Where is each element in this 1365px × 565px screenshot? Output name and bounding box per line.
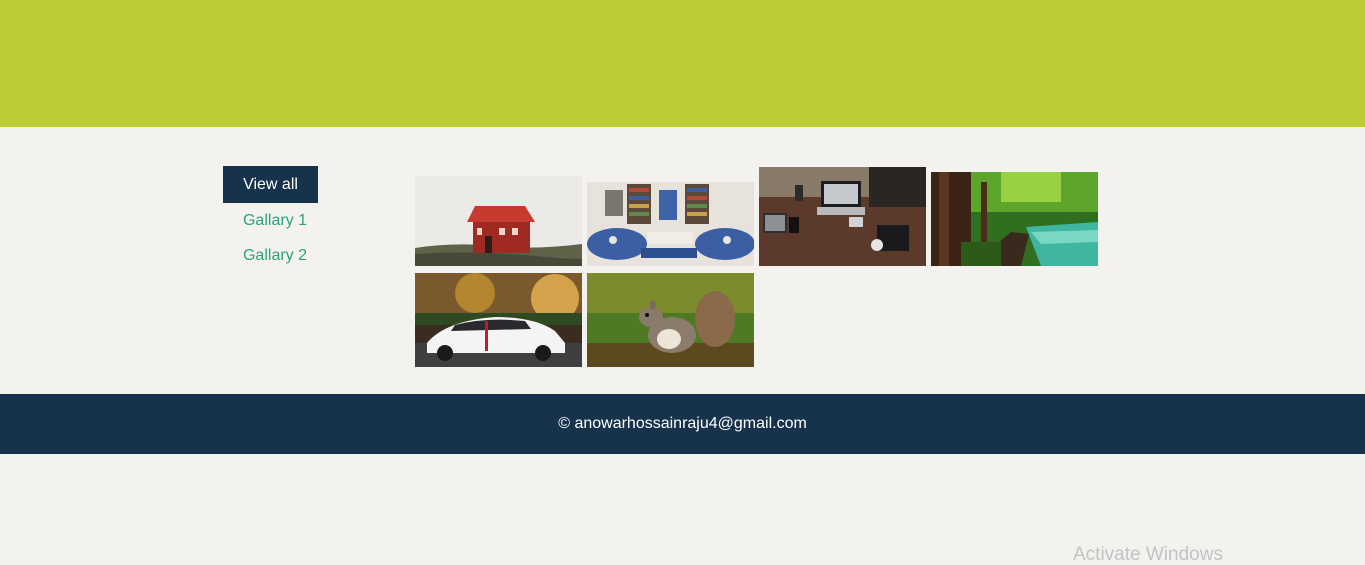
gallery-filter-nav: View all Gallary 1 Gallary 2 [223,166,343,273]
filter-gallery-2-link[interactable]: Gallary 2 [223,238,327,273]
footer: © anowarhossainraju4@gmail.com [0,394,1365,454]
gallery-image-car[interactable] [415,273,582,367]
gallery-image-squirrel[interactable] [587,273,754,367]
top-banner [0,0,1365,127]
gallery-image-red-house[interactable] [415,176,582,266]
activate-windows-watermark: Activate Windows [1073,544,1223,565]
gallery-image-desk[interactable] [759,167,926,266]
gallery-image-forest[interactable] [931,172,1098,266]
gallery-image-living-room[interactable] [587,182,754,266]
filter-view-all-button[interactable]: View all [223,166,318,203]
filter-gallery-1-link[interactable]: Gallary 1 [223,203,327,238]
footer-copyright-text: © anowarhossainraju4@gmail.com [558,415,807,432]
